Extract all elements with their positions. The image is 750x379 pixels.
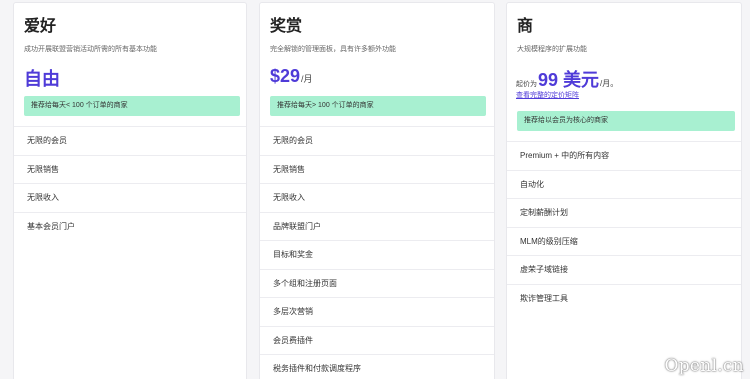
feature-list: 无限的会员 无限销售 无限收入 品牌联盟门户 目标和奖金 多个组和注册页面 多层…	[260, 126, 494, 379]
feature-item: 无限的会员	[260, 126, 494, 155]
feature-item: 无限收入	[14, 183, 246, 212]
plan-price-wrap: 起价为99 美元/月。	[516, 66, 618, 92]
plan-title: 商	[517, 18, 534, 35]
recommendation-badge: 推荐给以会员为核心的商家	[517, 111, 735, 131]
plan-price: $29	[270, 66, 301, 86]
plan-card-business: 商 大规模程序的扩展功能 起价为99 美元/月。 查看完整的定价矩阵 推荐给以会…	[506, 2, 742, 379]
plan-price: 自由	[24, 69, 60, 89]
recommendation-badge: 推荐给每天> 100 个订单的商家	[270, 96, 486, 116]
feature-item: 无限销售	[14, 154, 246, 184]
price-period: /月。	[600, 79, 619, 88]
plan-card-hobby: 爱好 成功开展联盟营销活动所需的所有基本功能 自由 推荐给每天< 100 个订单…	[13, 2, 247, 379]
feature-item: 虚荣子域链接	[507, 255, 741, 284]
plan-card-reward: 奖赏 完全解锁的管理面板，具有许多额外功能 $29/月 推荐给每天> 100 个…	[259, 2, 495, 379]
price-period: /月	[301, 74, 313, 84]
feature-list: 无限的会员 无限销售 无限收入 基本会员门户	[14, 126, 246, 240]
plan-title: 奖赏	[270, 18, 303, 35]
plan-price-wrap: $29/月	[270, 66, 313, 87]
feature-item: 欺诈管理工具	[507, 283, 741, 313]
feature-item: 无限的会员	[14, 126, 246, 155]
plan-price: 99 美元	[538, 70, 600, 90]
feature-item: 无限销售	[260, 154, 494, 184]
feature-item: 多个组和注册页面	[260, 268, 494, 298]
price-prefix: 起价为	[516, 81, 537, 88]
feature-item: 基本会员门户	[14, 211, 246, 241]
plan-title: 爱好	[24, 18, 57, 35]
feature-item: 无限收入	[260, 183, 494, 212]
pricing-matrix-link[interactable]: 查看完整的定价矩阵	[516, 90, 579, 100]
feature-item: 目标和奖金	[260, 240, 494, 269]
feature-item: Premium + 中的所有内容	[507, 141, 741, 170]
feature-item: 多层次营销	[260, 297, 494, 326]
watermark: Openl.cn	[664, 356, 744, 376]
feature-list: Premium + 中的所有内容 自动化 定制薪酬计划 MLM的级别压缩 虚荣子…	[507, 141, 741, 312]
feature-item: 品牌联盟门户	[260, 211, 494, 241]
feature-item: MLM的级别压缩	[507, 226, 741, 256]
feature-item: 会员费插件	[260, 325, 494, 355]
plan-description: 成功开展联盟营销活动所需的所有基本功能	[24, 46, 157, 53]
recommendation-badge: 推荐给每天< 100 个订单的商家	[24, 96, 240, 116]
feature-item: 定制薪酬计划	[507, 198, 741, 227]
feature-item: 税务插件和付款调度程序	[260, 354, 494, 379]
plan-description: 完全解锁的管理面板，具有许多额外功能	[270, 46, 396, 53]
feature-item: 自动化	[507, 169, 741, 199]
plan-description: 大规模程序的扩展功能	[517, 46, 587, 53]
